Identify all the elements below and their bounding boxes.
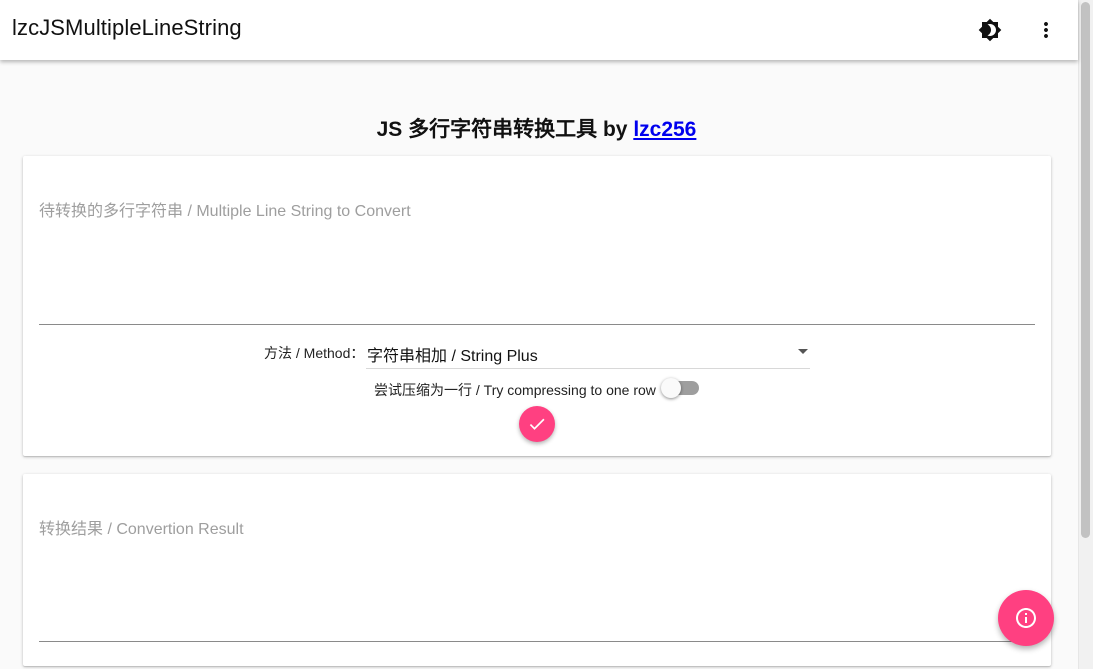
method-selected-value: 字符串相加 / String Plus <box>367 348 538 365</box>
theme-toggle-button[interactable] <box>975 15 1005 45</box>
app-bar: lzcJSMultipleLineString <box>0 0 1078 60</box>
output-card: 转换结果 / Convertion Result <box>23 474 1051 666</box>
output-placeholder: 转换结果 / Convertion Result <box>39 521 244 538</box>
output-textarea[interactable]: 转换结果 / Convertion Result <box>39 504 1035 642</box>
author-link[interactable]: lzc256 <box>633 118 696 141</box>
method-label: 方法 / Method： <box>264 345 365 361</box>
compress-toggle[interactable] <box>661 378 701 398</box>
app-title: lzcJSMultipleLineString <box>12 15 242 40</box>
more-vert-icon <box>1044 22 1048 38</box>
convert-button[interactable] <box>519 406 555 442</box>
method-select[interactable]: 字符串相加 / String Plus <box>366 334 810 369</box>
more-menu-button[interactable] <box>1031 15 1061 45</box>
brightness-icon <box>978 18 1002 42</box>
scrollbar-thumb[interactable] <box>1081 2 1090 538</box>
check-icon <box>529 418 545 430</box>
page-title-text: JS 多行字符串转换工具 by <box>376 118 634 141</box>
page-title: JS 多行字符串转换工具 by lzc256 <box>0 113 1073 143</box>
info-icon <box>1016 608 1036 628</box>
toggle-thumb <box>661 378 681 398</box>
input-placeholder: 待转换的多行字符串 / Multiple Line String to Conv… <box>39 203 411 220</box>
input-textarea[interactable]: 待转换的多行字符串 / Multiple Line String to Conv… <box>39 186 1035 325</box>
input-card: 待转换的多行字符串 / Multiple Line String to Conv… <box>23 156 1051 456</box>
compress-label: 尝试压缩为一行 / Try compressing to one row <box>374 382 656 398</box>
info-button[interactable] <box>998 590 1054 646</box>
dropdown-arrow-icon <box>798 349 808 354</box>
